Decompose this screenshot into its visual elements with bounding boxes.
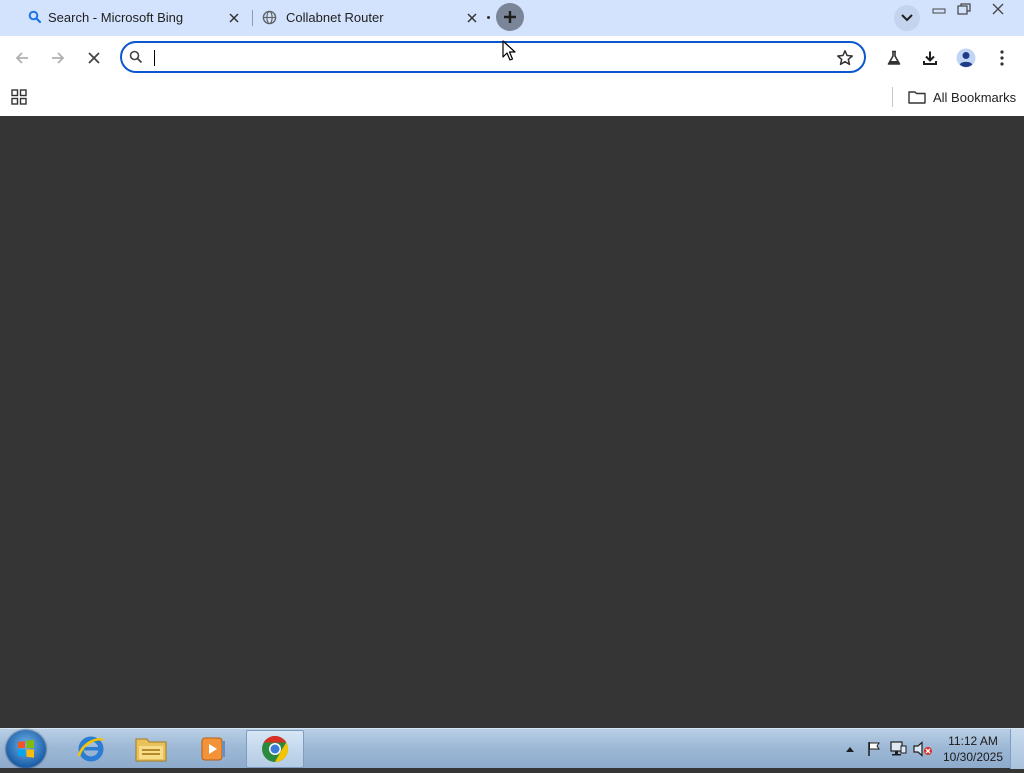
file-explorer-button[interactable] <box>122 730 180 768</box>
chevron-down-icon <box>901 14 913 22</box>
arrow-right-icon <box>52 52 65 64</box>
close-tab-icon[interactable] <box>463 9 481 27</box>
bookmark-star-icon[interactable] <box>836 49 854 72</box>
restore-icon <box>957 3 971 15</box>
address-bar[interactable] <box>120 41 866 73</box>
download-icon <box>923 51 937 65</box>
address-input[interactable] <box>152 46 812 68</box>
restore-button[interactable] <box>952 1 976 17</box>
tab-bing[interactable]: Search - Microsoft Bing <box>28 0 250 36</box>
plus-icon <box>504 11 516 23</box>
apps-grid-icon[interactable] <box>11 89 27 110</box>
network-icon <box>890 741 907 756</box>
arrow-left-icon <box>15 52 28 64</box>
forward-button[interactable] <box>46 46 70 70</box>
close-icon <box>992 3 1004 15</box>
new-tab-button[interactable] <box>496 3 524 31</box>
clock-date: 10/30/2025 <box>942 750 1004 764</box>
bookmarks-bar: All Bookmarks <box>0 80 1024 116</box>
flag-icon <box>868 742 880 756</box>
tab-collabnet-router[interactable]: Collabnet Router <box>262 0 488 36</box>
bookmarks-divider <box>892 87 893 107</box>
minimize-icon <box>932 8 946 14</box>
file-explorer-icon <box>135 738 167 762</box>
close-tab-icon[interactable] <box>225 9 243 27</box>
close-window-button[interactable] <box>986 1 1010 17</box>
tab-divider <box>252 10 253 26</box>
bing-search-icon <box>28 10 44 26</box>
folder-icon <box>908 91 926 104</box>
flask-icon <box>887 50 901 65</box>
chevron-up-icon <box>846 747 854 752</box>
back-button[interactable] <box>10 46 34 70</box>
show-hidden-icons-button[interactable] <box>844 739 856 759</box>
tab-title: Search - Microsoft Bing <box>48 10 184 25</box>
tab-strip: Search - Microsoft Bing Collabnet Router <box>0 0 1024 36</box>
downloads-button[interactable] <box>918 46 942 70</box>
action-center-tray[interactable] <box>864 739 884 759</box>
chrome-taskbar-button[interactable] <box>246 730 304 768</box>
tab-divider <box>487 16 490 19</box>
page-content-area <box>0 116 1024 728</box>
labs-button[interactable] <box>882 46 906 70</box>
more-vertical-icon <box>1000 50 1004 66</box>
minimize-button[interactable] <box>928 1 950 17</box>
network-tray[interactable] <box>888 739 908 759</box>
mouse-cursor-icon <box>502 40 516 61</box>
show-desktop-button[interactable] <box>1010 729 1024 769</box>
tab-title: Collabnet Router <box>286 10 384 25</box>
clock-time: 11:12 AM <box>948 734 998 748</box>
volume-muted-icon <box>913 741 932 757</box>
taskbar: 11:12 AM 10/30/2025 <box>0 728 1024 769</box>
tab-search-button[interactable] <box>894 5 920 31</box>
all-bookmarks-button[interactable]: All Bookmarks <box>908 87 1016 107</box>
chrome-icon <box>262 735 289 763</box>
globe-icon <box>262 10 278 26</box>
media-player-button[interactable] <box>184 730 242 768</box>
all-bookmarks-label: All Bookmarks <box>933 89 1017 105</box>
clock[interactable]: 11:12 AM 10/30/2025 <box>938 733 1008 765</box>
volume-tray[interactable] <box>912 739 934 759</box>
media-player-icon <box>201 737 225 761</box>
stop-loading-button[interactable] <box>82 46 106 70</box>
windows-logo-icon <box>18 739 34 758</box>
start-button[interactable] <box>6 730 46 768</box>
internet-explorer-icon <box>77 736 104 762</box>
text-caret <box>154 50 155 66</box>
profile-button[interactable] <box>954 46 978 70</box>
search-icon <box>129 50 143 69</box>
internet-explorer-button[interactable] <box>62 730 120 768</box>
menu-button[interactable] <box>990 46 1014 70</box>
avatar-icon <box>956 48 976 68</box>
close-icon <box>88 52 100 64</box>
